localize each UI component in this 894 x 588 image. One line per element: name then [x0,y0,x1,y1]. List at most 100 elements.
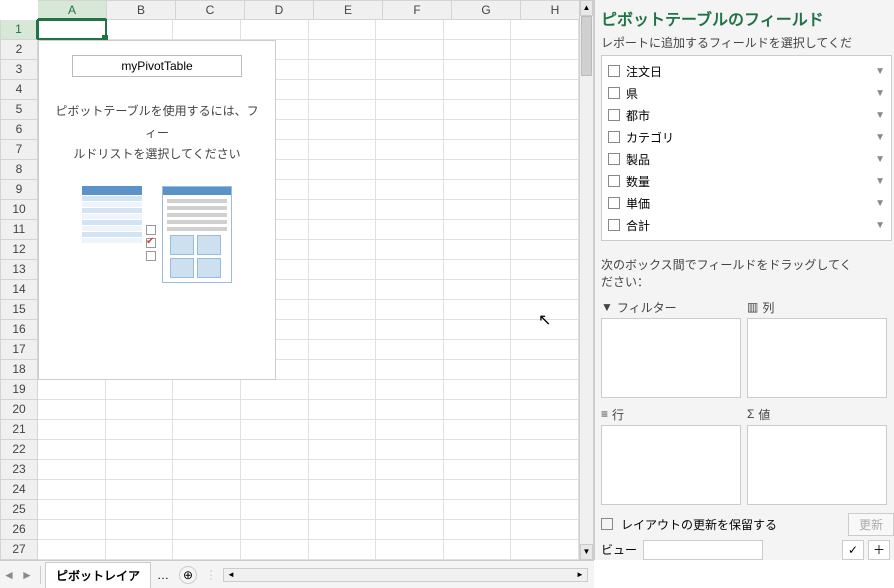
view-label: ビュー [601,541,637,558]
col-header-g[interactable]: G [452,0,521,20]
row-header[interactable]: 1 [0,20,38,40]
row-header[interactable]: 4 [0,80,38,100]
chevron-down-icon[interactable]: ▼ [875,176,885,187]
row-header[interactable]: 9 [0,180,38,200]
chevron-down-icon[interactable]: ▼ [875,154,885,165]
scroll-down-button[interactable]: ▼ [580,544,593,560]
row-header[interactable]: 18 [0,360,38,380]
values-icon: Σ [747,407,754,421]
row-header[interactable]: 10 [0,200,38,220]
checkbox-icon [146,251,156,261]
row-header[interactable]: 13 [0,260,38,280]
col-header-f[interactable]: F [383,0,452,20]
scroll-right-button[interactable]: ► [573,570,587,579]
columns-drop-zone[interactable] [747,318,887,398]
row-header[interactable]: 15 [0,300,38,320]
row-header[interactable]: 25 [0,500,38,520]
row-header[interactable]: 20 [0,400,38,420]
filter-area[interactable]: ▼フィルター [601,297,741,398]
columns-area[interactable]: ▥列 [747,297,887,398]
row-header[interactable]: 21 [0,420,38,440]
row-header[interactable]: 16 [0,320,38,340]
tab-nav-prev[interactable]: ◄ [0,568,18,582]
columns-icon: ▥ [747,300,758,314]
row-header[interactable]: 17 [0,340,38,360]
checkbox-icon [146,225,156,235]
view-confirm-button[interactable]: ✓ [842,540,864,560]
new-sheet-button[interactable]: ⊕ [179,566,197,584]
row-headers[interactable]: 1 2 3 4 5 6 7 8 9 10 11 12 13 14 15 16 1… [0,20,38,560]
row-header[interactable]: 3 [0,60,38,80]
field-list[interactable]: 注文日▼ 県▼ 都市▼ カテゴリ▼ 製品▼ 数量▼ 単価▼ 合計▼ [601,55,892,241]
col-header-a[interactable]: A [38,0,107,20]
column-headers[interactable]: A B C D E F G H [38,0,590,20]
checkbox-icon[interactable] [608,109,620,121]
row-header[interactable]: 26 [0,520,38,540]
chevron-down-icon[interactable]: ▼ [875,110,885,121]
filter-drop-zone[interactable] [601,318,741,398]
pane-title: ピボットテーブルのフィールド [601,6,894,30]
checkbox-icon[interactable] [608,197,620,209]
field-item[interactable]: カテゴリ▼ [606,126,887,148]
scroll-up-button[interactable]: ▲ [580,0,593,16]
col-header-e[interactable]: E [314,0,383,20]
row-header[interactable]: 19 [0,380,38,400]
view-select[interactable] [643,540,763,560]
checkbox-checked-icon: ✔ [146,238,156,248]
checkbox-icon[interactable] [608,131,620,143]
sheet-tab-active[interactable]: ピボットレイア [45,562,151,588]
row-header[interactable]: 12 [0,240,38,260]
col-header-b[interactable]: B [107,0,176,20]
checkbox-icon[interactable] [608,153,620,165]
field-item[interactable]: 単価▼ [606,192,887,214]
row-header[interactable]: 27 [0,540,38,560]
row-header[interactable]: 24 [0,480,38,500]
chevron-down-icon[interactable]: ▼ [875,198,885,209]
row-header[interactable]: 8 [0,160,38,180]
field-item[interactable]: 数量▼ [606,170,887,192]
pivot-name: myPivotTable [72,55,242,77]
checkbox-icon[interactable] [608,87,620,99]
col-header-c[interactable]: C [176,0,245,20]
values-area[interactable]: Σ値 [747,404,887,505]
rows-drop-zone[interactable] [601,425,741,505]
chevron-down-icon[interactable]: ▼ [875,88,885,99]
scroll-thumb[interactable] [581,16,592,76]
chevron-down-icon[interactable]: ▼ [875,132,885,143]
vertical-scrollbar[interactable]: ▲ ▼ [579,0,593,560]
horizontal-scrollbar[interactable]: ◄ ► [223,568,588,582]
row-header[interactable]: 2 [0,40,38,60]
chevron-down-icon[interactable]: ▼ [875,66,885,77]
view-add-button[interactable]: ＋ [868,540,890,560]
row-header[interactable]: 11 [0,220,38,240]
field-item[interactable]: 県▼ [606,82,887,104]
row-header[interactable]: 23 [0,460,38,480]
row-header[interactable]: 6 [0,120,38,140]
pivot-hint: ピボットテーブルを使用するには、フィー ルドリストを選択してください [53,101,261,166]
field-item[interactable]: 合計▼ [606,214,887,236]
checkbox-icon[interactable] [608,219,620,231]
tab-overflow[interactable]: … [151,568,175,582]
pivot-placeholder[interactable]: myPivotTable ピボットテーブルを使用するには、フィー ルドリストを選… [38,40,276,380]
chevron-down-icon[interactable]: ▼ [875,220,885,231]
checkbox-icon[interactable] [608,175,620,187]
row-header[interactable]: 14 [0,280,38,300]
col-header-d[interactable]: D [245,0,314,20]
scroll-left-button[interactable]: ◄ [224,570,238,579]
worksheet-grid[interactable]: A B C D E F G H 1 2 3 4 5 6 7 8 9 10 11 … [0,0,594,560]
row-header[interactable]: 7 [0,140,38,160]
defer-label: レイアウトの更新を保留する [621,516,777,533]
values-drop-zone[interactable] [747,425,887,505]
checkbox-icon[interactable] [608,65,620,77]
field-item[interactable]: 都市▼ [606,104,887,126]
row-header[interactable]: 5 [0,100,38,120]
field-item[interactable]: 製品▼ [606,148,887,170]
field-item[interactable]: 注文日▼ [606,60,887,82]
rows-area[interactable]: ≡行 [601,404,741,505]
sheet-tab-bar[interactable]: ◄ ► ピボットレイア … ⊕ ⋮ ◄ ► [0,560,594,588]
tab-nav-next[interactable]: ► [18,568,36,582]
update-button[interactable]: 更新 [848,513,894,536]
defer-checkbox[interactable] [601,518,613,530]
row-header[interactable]: 22 [0,440,38,460]
pivot-illustration: ✔ [53,186,261,283]
